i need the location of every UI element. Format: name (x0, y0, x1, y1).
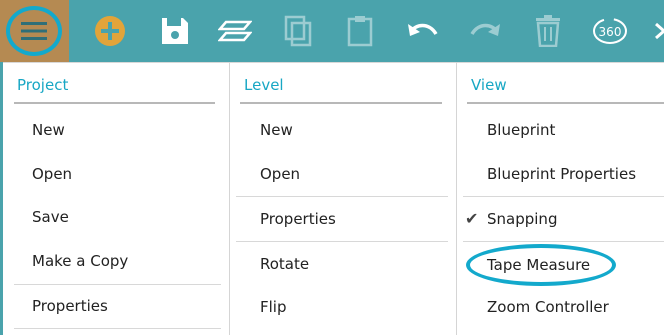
view-zoom-controller-item[interactable]: Zoom Controller (487, 298, 609, 316)
tape-measure-highlight-ring (466, 244, 616, 286)
level-flip-item[interactable]: Flip (260, 298, 286, 316)
view-menu-column: View Blueprint Blueprint Properties ✔ Sn… (457, 62, 664, 335)
toolbar: 360 (0, 0, 664, 62)
view-360-label: 360 (599, 25, 622, 39)
view-360-icon[interactable]: 360 (580, 0, 640, 62)
save-icon[interactable] (145, 0, 205, 62)
project-new-item[interactable]: New (32, 121, 65, 139)
view-blueprint-properties-item[interactable]: Blueprint Properties (487, 165, 636, 183)
project-divider-bottom (14, 328, 221, 329)
level-open-item[interactable]: Open (260, 165, 300, 183)
view-header: View (471, 76, 507, 94)
checkmark-icon: ✔ (465, 209, 479, 228)
layers-icon[interactable] (205, 0, 265, 62)
level-rotate-item[interactable]: Rotate (260, 255, 309, 273)
menu-button-cell[interactable] (0, 0, 69, 62)
view-divider (463, 241, 664, 242)
copy-icon[interactable] (268, 0, 328, 62)
project-menu-column: Project New Open Save Make a Copy Proper… (0, 62, 229, 335)
view-divider (463, 196, 664, 197)
project-save-item[interactable]: Save (32, 208, 69, 226)
project-divider (14, 284, 221, 285)
level-header: Level (244, 76, 284, 94)
level-menu-column: Level New Open Properties Rotate Flip (230, 62, 456, 335)
project-header-underline (14, 102, 215, 104)
paste-icon[interactable] (330, 0, 390, 62)
view-snapping-item[interactable]: Snapping (487, 210, 557, 228)
level-properties-item[interactable]: Properties (260, 210, 336, 228)
undo-icon[interactable] (393, 0, 453, 62)
level-divider (236, 241, 448, 242)
view-header-underline (467, 102, 664, 104)
level-header-underline (240, 102, 442, 104)
level-new-item[interactable]: New (260, 121, 293, 139)
level-divider (236, 196, 448, 197)
view-blueprint-item[interactable]: Blueprint (487, 121, 555, 139)
project-properties-item[interactable]: Properties (32, 297, 108, 315)
project-header: Project (17, 76, 69, 94)
redo-icon[interactable] (455, 0, 515, 62)
trash-icon[interactable] (518, 0, 578, 62)
project-open-item[interactable]: Open (32, 165, 72, 183)
hamburger-menu-icon[interactable] (4, 0, 64, 62)
more-tool-icon[interactable] (640, 0, 664, 62)
add-circle-icon[interactable] (80, 0, 140, 62)
project-make-copy-item[interactable]: Make a Copy (32, 252, 128, 270)
